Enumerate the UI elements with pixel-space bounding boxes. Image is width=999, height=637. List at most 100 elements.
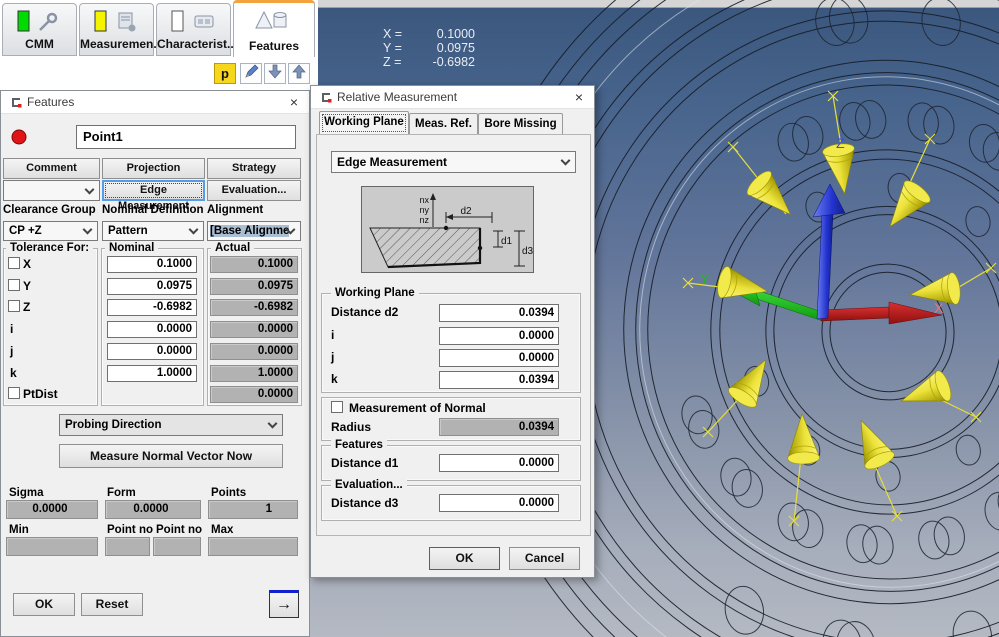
nominal-j-input[interactable]: 0.0000 [107,343,197,360]
tolerance-row-label: j [10,344,13,358]
move-down-button[interactable] [264,63,286,84]
readout-x-label: X = [383,27,417,41]
rm-dialog-titlebar[interactable]: Relative Measurement × [311,86,594,109]
checkbox-ptdist[interactable] [8,387,20,399]
tab-characteristics-label: Characterist... [157,37,230,51]
wp-row-label: i [331,328,334,342]
features-dialog-titlebar[interactable]: Features × [1,91,309,114]
feature-name-input[interactable]: Point1 [76,125,296,149]
checkbox-y[interactable] [8,279,20,291]
readout-z-value: -0.6982 [417,55,475,69]
wp-input-k[interactable]: 0.0394 [439,371,559,389]
actual-k-field: 1.0000 [210,365,298,382]
tab-cmm[interactable]: CMM [2,3,77,56]
tolerance-row-label: Z [23,300,30,314]
point-no1-label: Point no [107,524,153,536]
chevron-down-icon [268,419,278,429]
nominal-i-input[interactable]: 0.0000 [107,321,197,338]
app-icon [9,96,23,109]
readout-y-value: 0.0975 [417,41,475,55]
sigma-label: Sigma [9,487,44,499]
comment-button[interactable]: Comment [3,158,100,179]
min-field [6,537,98,556]
probe-point-cones [715,142,962,473]
nominal-definition-combo[interactable]: Pattern [102,221,204,241]
tab-measurement-plan[interactable]: Measuremen... [79,3,154,56]
rm-ok-button[interactable]: OK [429,547,500,570]
wp-input-d2[interactable]: 0.0394 [439,304,559,322]
min-label: Min [9,524,29,536]
app-icon [319,91,333,104]
tolerance-row-label: PtDist [23,387,58,401]
form-label: Form [107,487,136,499]
readout-y: Y =0.0975 [383,41,475,55]
probing-direction-combo[interactable]: Probing Direction [59,414,283,436]
projection-button[interactable]: Projection [102,158,205,179]
z-axis-arrow [817,213,833,319]
edge-measurement-button[interactable]: Edge Measurement [102,180,205,201]
tab-working-plane[interactable]: Working Plane [319,111,409,135]
move-up-button[interactable] [288,63,310,84]
clearance-group-label: Clearance Group [3,204,96,216]
rm-cancel-button[interactable]: Cancel [509,547,580,570]
readout-y-label: Y = [383,41,417,55]
nominal-k-input[interactable]: 1.0000 [107,365,197,382]
tab-features[interactable]: Features [233,0,315,57]
point-no2-field [153,537,201,556]
chevron-down-icon [561,156,571,166]
tab-cmm-label: CMM [3,37,76,51]
max-field [208,537,298,556]
checkbox-z[interactable] [8,300,20,312]
close-icon[interactable]: × [564,86,594,108]
readout-x: X =0.1000 [383,27,475,41]
measurement-of-normal-label: Measurement of Normal [349,401,486,415]
z-axis-arrowhead [813,184,845,217]
wp-input-i[interactable]: 0.0000 [439,327,559,345]
next-arrow-button[interactable]: → [269,590,299,618]
arrow-up-icon [292,64,306,79]
measure-normal-vector-button[interactable]: Measure Normal Vector Now [59,444,283,468]
point-no2-label: Point no [156,524,202,536]
readout-z-label: Z = [383,55,417,69]
strategy-button[interactable]: Strategy [207,158,301,179]
nominal-definition-value: Pattern [108,225,148,237]
clearance-group-combo[interactable]: CP +Z [3,221,98,241]
p-button[interactable]: p [214,63,236,84]
measurement-plan-icon [87,9,147,35]
comment-combo[interactable] [3,180,100,201]
app-window: ZYX X =0.1000 Y =0.0975 Z =-0.6982 CMM M… [0,0,999,637]
reset-button[interactable]: Reset [81,593,143,616]
distance-d3-input[interactable]: 0.0000 [439,494,559,512]
readout-z: Z =-0.6982 [383,55,475,69]
nominal-z-input[interactable]: -0.6982 [107,299,197,316]
measurement-type-combo[interactable]: Edge Measurement [331,151,576,173]
pencil-icon [243,64,259,80]
nominal-legend: Nominal [105,242,158,254]
diagram-nx-label: nx [419,195,429,205]
diagram-d2-label: d2 [460,206,472,217]
nominal-y-input[interactable]: 0.0975 [107,278,197,295]
evaluation-button[interactable]: Evaluation... [207,180,301,201]
evaluation-group-legend: Evaluation... [331,479,407,491]
checkbox-x[interactable] [8,257,20,269]
tab-meas-ref[interactable]: Meas. Ref. [409,113,478,134]
cmm-icon [10,9,70,35]
distance-d1-input[interactable]: 0.0000 [439,454,559,472]
edit-pencil-button[interactable] [240,63,262,84]
p-button-label: p [221,66,229,81]
wp-input-j[interactable]: 0.0000 [439,349,559,367]
nominal-x-input[interactable]: 0.1000 [107,256,197,273]
measurement-of-normal-checkbox[interactable] [331,401,343,413]
probe-cone [847,414,897,473]
tab-bore-missing[interactable]: Bore Missing [478,113,563,134]
main-toolbar: CMM Measuremen... Characterist... [0,0,318,90]
tolerance-row-label: k [10,366,17,380]
max-label: Max [211,524,233,536]
tab-characteristics[interactable]: Characterist... [156,3,231,56]
ok-button[interactable]: OK [13,593,75,616]
tolerance-row-label: X [23,257,31,271]
alignment-combo[interactable]: [Base Alignme [207,221,301,241]
wp-row-label: k [331,372,338,386]
close-icon[interactable]: × [279,91,309,113]
distance-d3-label: Distance d3 [331,496,398,510]
